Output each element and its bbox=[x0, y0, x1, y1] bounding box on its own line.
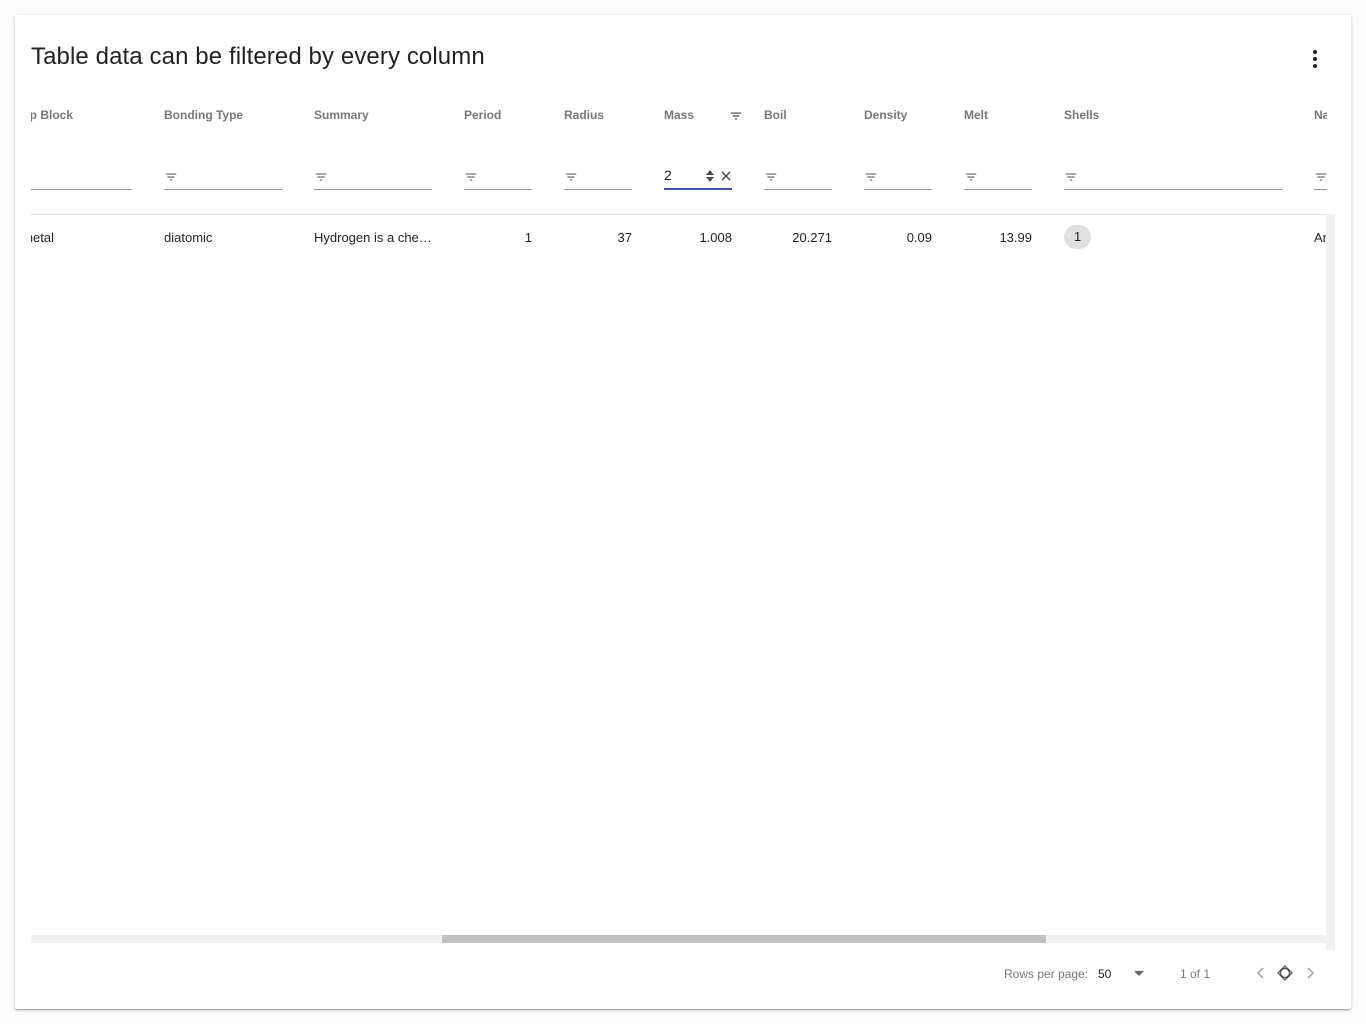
close-icon[interactable] bbox=[720, 170, 732, 182]
column-header-radius[interactable]: Radius bbox=[564, 108, 604, 122]
cell-summary: Hydrogen is a che… bbox=[314, 230, 432, 245]
next-page-button[interactable] bbox=[1298, 961, 1322, 985]
filter-list-icon bbox=[1065, 173, 1077, 181]
page-range: 1 of 1 bbox=[1180, 967, 1211, 981]
column-header-melt[interactable]: Melt bbox=[964, 108, 988, 122]
column-header-bonding-type[interactable]: Bonding Type bbox=[164, 108, 243, 122]
filter-summary[interactable] bbox=[314, 160, 432, 190]
horizontal-scrollbar-thumb[interactable] bbox=[442, 935, 1046, 943]
cell-radius: 37 bbox=[617, 230, 632, 245]
vertical-scrollbar[interactable] bbox=[1326, 214, 1335, 950]
filter-density[interactable] bbox=[864, 160, 932, 190]
number-spinner-icon[interactable] bbox=[706, 170, 714, 182]
filter-list-icon bbox=[865, 173, 877, 181]
filter-list-icon bbox=[565, 173, 577, 181]
column-header-density[interactable]: Density bbox=[864, 108, 907, 122]
table-scroll-area[interactable]: oup Block Bonding Type Summary Period Ra… bbox=[31, 95, 1327, 958]
cell-melt: 13.99 bbox=[999, 230, 1032, 245]
more-options-button[interactable] bbox=[1299, 43, 1331, 75]
cell-density: 0.09 bbox=[906, 230, 932, 245]
filter-boil[interactable] bbox=[764, 160, 832, 190]
chevron-left-icon bbox=[1256, 967, 1264, 979]
reset-page-button[interactable] bbox=[1273, 961, 1297, 985]
filter-shells[interactable] bbox=[1064, 160, 1282, 190]
page-title: Table data can be filtered by every colu… bbox=[31, 43, 485, 70]
column-header-shells[interactable]: Shells bbox=[1064, 108, 1099, 122]
filter-name[interactable] bbox=[1314, 160, 1327, 190]
table-pagination: Rows per page: 50 1 of 1 bbox=[15, 955, 1351, 991]
column-header-summary[interactable]: Summary bbox=[314, 108, 369, 122]
column-header-mass[interactable]: Mass bbox=[664, 108, 694, 122]
filter-list-icon bbox=[1315, 173, 1327, 181]
filter-mass[interactable]: 2 bbox=[664, 160, 732, 190]
rows-per-page-label: Rows per page: bbox=[1004, 967, 1089, 981]
cell-mass: 1.008 bbox=[699, 230, 732, 245]
rows-per-page-select[interactable]: 50 bbox=[1098, 961, 1146, 985]
arrow-drop-down-icon bbox=[1134, 971, 1144, 976]
column-header-group-block[interactable]: oup Block bbox=[31, 108, 73, 122]
filter-group-block[interactable] bbox=[31, 160, 132, 190]
horizontal-scrollbar[interactable] bbox=[31, 935, 1327, 943]
cell-boil: 20.271 bbox=[792, 230, 832, 245]
filter-radius[interactable] bbox=[564, 160, 632, 190]
filter-list-icon bbox=[965, 173, 977, 181]
table-card: Table data can be filtered by every colu… bbox=[15, 15, 1351, 1009]
rows-per-page-value: 50 bbox=[1098, 967, 1112, 981]
filter-list-icon bbox=[765, 173, 777, 181]
filter-bonding-type[interactable] bbox=[164, 160, 282, 190]
filter-list-icon bbox=[315, 173, 327, 181]
filter-list-icon bbox=[465, 173, 477, 181]
cell-bonding-type: diatomic bbox=[164, 230, 213, 245]
cell-group-block: nmetal bbox=[31, 230, 55, 245]
previous-page-button[interactable] bbox=[1249, 961, 1273, 985]
filter-melt[interactable] bbox=[964, 160, 1032, 190]
reset-page-icon bbox=[1277, 965, 1293, 981]
more-vert-icon bbox=[1313, 50, 1317, 68]
filter-list-icon bbox=[165, 173, 177, 181]
column-header-boil[interactable]: Boil bbox=[764, 108, 787, 122]
shells-chip: 1 bbox=[1064, 225, 1092, 249]
filter-period[interactable] bbox=[464, 160, 532, 190]
filter-mass-value[interactable]: 2 bbox=[664, 167, 672, 183]
header-divider bbox=[31, 214, 1327, 215]
cell-period: 1 bbox=[524, 230, 532, 245]
column-header-period[interactable]: Period bbox=[464, 108, 501, 122]
column-header-name[interactable]: Na bbox=[1314, 108, 1327, 122]
chevron-right-icon bbox=[1307, 967, 1315, 979]
filter-list-icon[interactable] bbox=[729, 109, 743, 123]
